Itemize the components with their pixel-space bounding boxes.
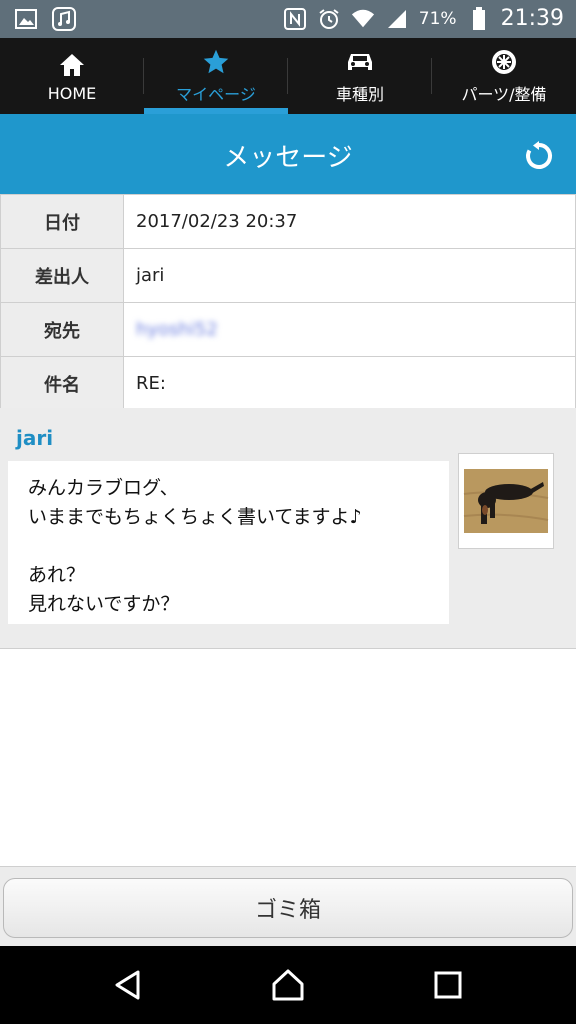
system-navigation-bar [0, 946, 576, 1024]
music-icon [52, 7, 76, 31]
page-title: メッセージ [223, 143, 353, 173]
title-bar: メッセージ [0, 114, 576, 194]
image-icon [14, 7, 38, 31]
nav-parts-label: パーツ/整備 [461, 85, 547, 104]
nav-mypage[interactable]: マイページ [144, 38, 288, 114]
star-icon [202, 47, 230, 77]
trash-button[interactable]: ゴミ箱 [3, 878, 573, 938]
table-row: 差出人 jari [0, 248, 576, 303]
top-navigation: HOME マイページ 車種別 パーツ/整備 [0, 38, 576, 114]
refresh-icon [526, 141, 552, 169]
back-icon [115, 970, 140, 1000]
sender-label: 差出人 [0, 248, 124, 303]
back-button[interactable] [111, 968, 145, 1002]
nav-parts[interactable]: パーツ/整備 [432, 38, 576, 114]
message-sender-name[interactable]: jari [16, 426, 53, 450]
subject-label: 件名 [0, 356, 124, 411]
message-line: みんカラブログ、 [28, 477, 179, 499]
car-icon [345, 47, 375, 77]
date-value: 2017/02/23 20:37 [123, 194, 576, 249]
message-info-table: 日付 2017/02/23 20:37 差出人 jari 宛先 hyoshi52… [0, 194, 576, 411]
nav-mypage-label: マイページ [176, 85, 256, 104]
home-button[interactable] [271, 968, 305, 1002]
home-icon [58, 50, 86, 80]
wheel-icon [490, 47, 518, 77]
table-row: 日付 2017/02/23 20:37 [0, 194, 576, 249]
recents-icon [434, 971, 462, 999]
message-section: jari みんカラブログ、 いままでもちょくちょく書いてますよ♪ あれ？ 見れな… [0, 408, 576, 649]
alarm-icon [317, 7, 341, 31]
signal-icon [385, 7, 409, 31]
table-row: 件名 RE: [0, 356, 576, 411]
dog-photo-thumbnail [463, 469, 549, 533]
recipient-value[interactable]: hyoshi52 [136, 319, 218, 340]
nav-car-type-label: 車種別 [335, 85, 384, 104]
sender-value: jari [123, 248, 576, 303]
battery-icon [467, 6, 491, 31]
bottom-action-bar: ゴミ箱 [0, 866, 576, 947]
message-body: みんカラブログ、 いままでもちょくちょく書いてますよ♪ あれ？ 見れないですか？ [8, 461, 449, 624]
nav-home[interactable]: HOME [0, 38, 144, 114]
subject-value: RE: [123, 356, 576, 411]
refresh-button[interactable] [524, 141, 554, 171]
nfc-icon [283, 7, 307, 31]
status-bar: 71% 21:39 [0, 0, 576, 38]
wifi-icon [351, 7, 375, 31]
recipient-label: 宛先 [0, 302, 124, 357]
date-label: 日付 [0, 194, 124, 249]
message-line: 見れないですか？ [28, 593, 180, 615]
clock: 21:39 [500, 6, 564, 31]
nav-car-type[interactable]: 車種別 [288, 38, 432, 114]
message-line: あれ？ [28, 564, 86, 586]
battery-percent: 71% [418, 8, 457, 29]
message-line: いままでもちょくちょく書いてますよ♪ [28, 506, 362, 528]
home-nav-icon [272, 969, 304, 1001]
recents-button[interactable] [431, 968, 465, 1002]
nav-home-label: HOME [47, 83, 97, 103]
table-row: 宛先 hyoshi52 [0, 302, 576, 357]
sender-avatar[interactable] [458, 453, 554, 549]
